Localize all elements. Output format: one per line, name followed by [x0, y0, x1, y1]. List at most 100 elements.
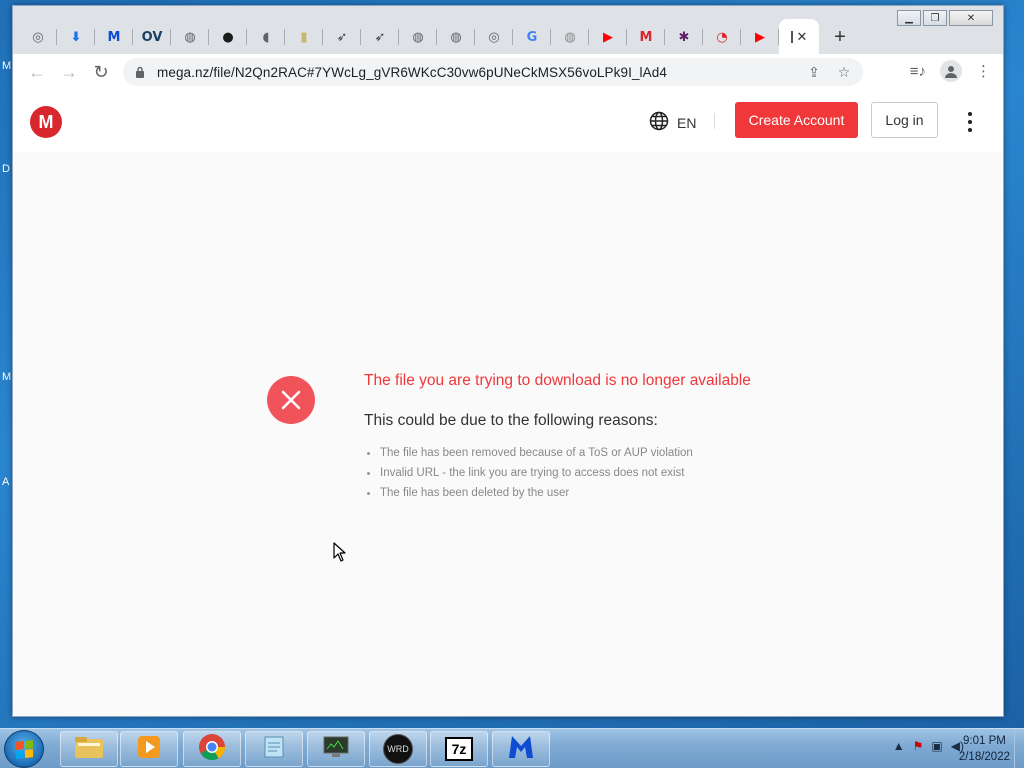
- browser-window: ◎ ⬇ M OV ◍ ● ◖ ▮ ➶ ➶ ◍ ◍ ◎ G ◍ ▶ M ✱ ◔ ▶ ✕ + ▁ ❐ ✕ ← → ↻ mega…: [12, 5, 1004, 717]
- browser-tab[interactable]: ◎: [19, 19, 57, 55]
- tabs: ◎ ⬇ M OV ◍ ● ◖ ▮ ➶ ➶ ◍ ◍ ◎ G ◍ ▶ M ✱ ◔ ▶ ✕ +: [19, 19, 855, 55]
- error-title: The file you are trying to download is n…: [364, 372, 751, 389]
- action-center-icon[interactable]: ⚑: [913, 739, 924, 753]
- desktop-icon-label: M: [2, 60, 12, 72]
- create-account-button[interactable]: Create Account: [735, 102, 858, 138]
- browser-tab[interactable]: M: [95, 19, 133, 55]
- google-icon: G: [526, 29, 538, 45]
- network-icon[interactable]: ▣: [931, 739, 942, 753]
- audio-icon: ◖: [262, 29, 270, 45]
- browser-tab[interactable]: ➶: [323, 19, 361, 55]
- globe-icon: ◍: [184, 29, 196, 45]
- browser-toolbar: ← → ↻ mega.nz/file/N2Qn2RAC#7YWcLg_gVR6W…: [13, 54, 1003, 90]
- close-window-button[interactable]: ✕: [949, 10, 993, 26]
- browser-tab[interactable]: G: [513, 19, 551, 55]
- language-selector[interactable]: EN: [649, 111, 696, 134]
- start-button[interactable]: [4, 730, 44, 768]
- media-controls-icon[interactable]: ≡♪: [910, 63, 926, 80]
- language-label: EN: [677, 114, 697, 131]
- youtube-icon: ▶: [603, 29, 613, 45]
- download-icon: ⬇: [70, 29, 82, 45]
- taskbar-app-wrd[interactable]: WRD: [369, 731, 427, 767]
- bookmark-star-icon[interactable]: ☆: [833, 63, 855, 81]
- window-controls: ▁ ❐ ✕: [895, 10, 993, 26]
- taskbar-app-notepad[interactable]: [245, 731, 303, 767]
- restore-button[interactable]: ❐: [923, 10, 947, 26]
- forward-button[interactable]: →: [53, 58, 85, 86]
- url-text[interactable]: mega.nz/file/N2Qn2RAC#7YWcLg_gVR6WKcC30v…: [157, 65, 667, 80]
- taskbar-app-media-player[interactable]: [120, 731, 178, 767]
- browser-tab[interactable]: ◍: [437, 19, 475, 55]
- 7zip-icon: 7z: [445, 737, 473, 761]
- browser-tab[interactable]: OV: [133, 19, 171, 55]
- address-bar[interactable]: mega.nz/file/N2Qn2RAC#7YWcLg_gVR6WKcC30v…: [123, 58, 863, 86]
- show-hidden-icons[interactable]: ▲: [893, 739, 905, 753]
- clock-time: 9:01 PM: [963, 735, 1006, 747]
- back-button[interactable]: ←: [21, 58, 53, 86]
- malwarebytes-icon: M: [107, 29, 121, 45]
- profile-avatar[interactable]: [940, 60, 962, 82]
- loading-favicon: [790, 31, 793, 43]
- timer-icon: ◔: [716, 29, 728, 45]
- browser-tab[interactable]: ◍: [171, 19, 209, 55]
- login-button[interactable]: Log in: [871, 102, 938, 138]
- taskbar-app-explorer[interactable]: [60, 731, 118, 767]
- browser-tab[interactable]: ◎: [475, 19, 513, 55]
- new-tab-button[interactable]: +: [825, 22, 855, 52]
- reload-button[interactable]: ↻: [85, 58, 117, 86]
- minimize-button[interactable]: ▁: [897, 10, 921, 26]
- chrome-icon: ◎: [488, 29, 500, 45]
- feather-icon: ➶: [374, 29, 386, 45]
- error-subtitle: This could be due to the following reaso…: [364, 412, 658, 429]
- error-icon: [267, 376, 315, 424]
- browser-tab[interactable]: ◍: [399, 19, 437, 55]
- clock[interactable]: 9:01 PM 2/18/2022: [959, 733, 1010, 765]
- feather-icon: ➶: [336, 29, 348, 45]
- browser-tab[interactable]: ◔: [703, 19, 741, 55]
- taskbar-app-7zip[interactable]: 7z: [430, 731, 488, 767]
- toolbar-right: ≡♪ ⋮: [896, 60, 991, 82]
- omnibox-actions: ⇪ ☆: [795, 63, 855, 81]
- list-item: The file has been deleted by the user: [367, 483, 693, 503]
- browser-tab[interactable]: ▶: [589, 19, 627, 55]
- browser-tab[interactable]: ✱: [665, 19, 703, 55]
- bottle-icon: ▮: [300, 29, 308, 45]
- close-tab-icon[interactable]: ✕: [797, 29, 808, 45]
- system-tray: ▲ ⚑ ▣ ◀): [885, 739, 964, 753]
- chrome-icon: ◎: [32, 29, 44, 45]
- notepad-icon: [261, 734, 287, 765]
- malwarebytes-icon: [507, 734, 535, 765]
- ov-icon: OV: [141, 29, 163, 45]
- browser-tab[interactable]: ●: [209, 19, 247, 55]
- mega-icon: M: [639, 29, 653, 45]
- browser-tab[interactable]: ◍: [551, 19, 589, 55]
- reasons-list: The file has been removed because of a T…: [367, 443, 693, 503]
- site-header: M EN Create Account Log in: [13, 90, 1003, 152]
- share-icon[interactable]: ⇪: [803, 63, 825, 81]
- browser-tab[interactable]: M: [627, 19, 665, 55]
- monitor-icon: [322, 735, 350, 764]
- browser-tab[interactable]: ▶: [741, 19, 779, 55]
- taskbar-app-task-manager[interactable]: [307, 731, 365, 767]
- mega-logo[interactable]: M: [30, 106, 62, 138]
- browser-tab[interactable]: ⬇: [57, 19, 95, 55]
- chrome-menu-icon[interactable]: ⋮: [976, 62, 991, 80]
- dark-circle-icon: ●: [222, 29, 234, 45]
- folder-icon: [74, 735, 104, 764]
- lock-icon[interactable]: [133, 65, 147, 79]
- browser-tab[interactable]: ▮: [285, 19, 323, 55]
- taskbar-app-malwarebytes[interactable]: [492, 731, 550, 767]
- browser-tab[interactable]: ➶: [361, 19, 399, 55]
- header-divider: [714, 113, 715, 129]
- clock-date: 2/18/2022: [958, 751, 1010, 763]
- desktop-icon-label: A: [2, 476, 10, 488]
- more-options-icon[interactable]: [964, 112, 976, 132]
- browser-tab[interactable]: ◖: [247, 19, 285, 55]
- desktop-icon-label: D: [2, 163, 10, 175]
- show-desktop-button[interactable]: [1014, 729, 1024, 768]
- tab-strip: ◎ ⬇ M OV ◍ ● ◖ ▮ ➶ ➶ ◍ ◍ ◎ G ◍ ▶ M ✱ ◔ ▶ ✕ + ▁ ❐ ✕: [13, 6, 1003, 55]
- active-tab[interactable]: ✕: [779, 19, 819, 55]
- chrome-icon: [198, 733, 226, 766]
- desktop-icon-label: M: [2, 371, 12, 383]
- taskbar-app-chrome[interactable]: [183, 731, 241, 767]
